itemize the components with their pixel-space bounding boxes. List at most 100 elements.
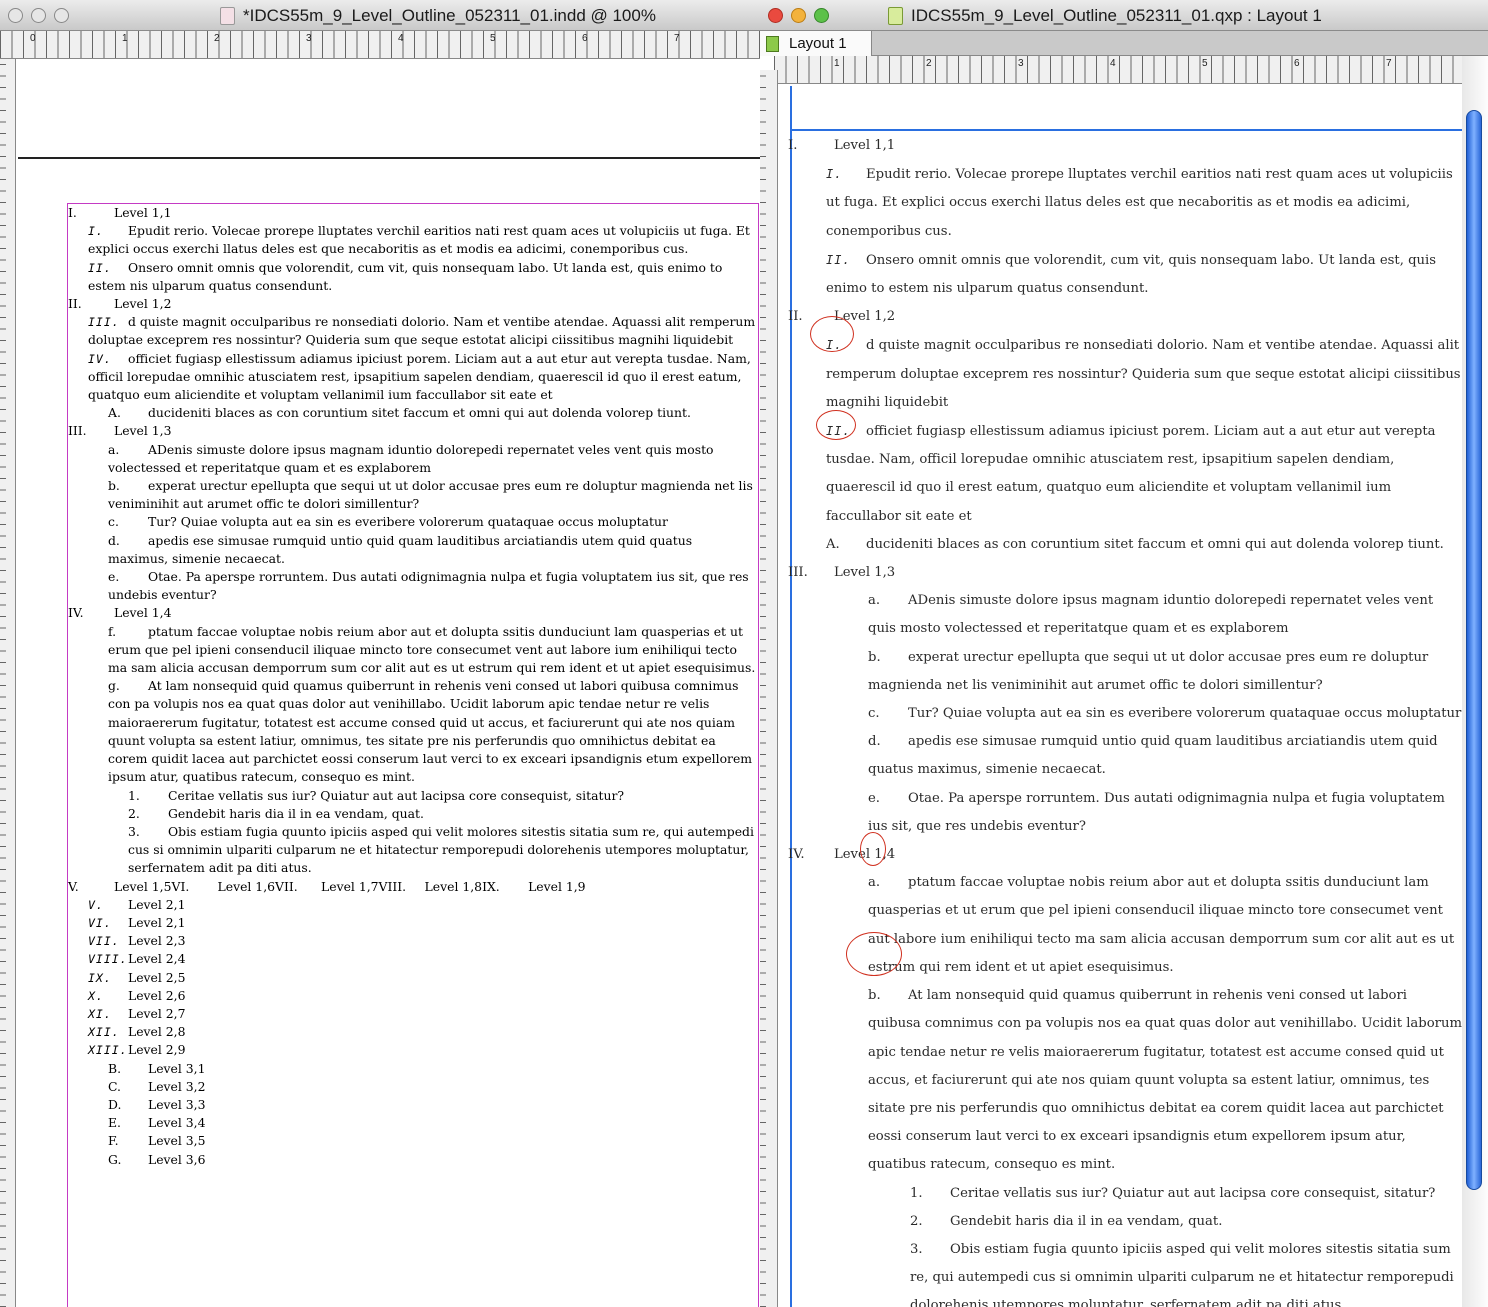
outline-paragraph: a. ADenis simuste dolore ipsus magnam idu… [788, 587, 1462, 643]
outline-paragraph: E. Level 3,4 [68, 1114, 756, 1132]
outline-paragraph: IX. Level 1,9 [482, 878, 586, 896]
outline-text-run: Otae. Pa aperspe rorruntem. Dus autati o… [108, 569, 749, 603]
outline-text-run: Level 1,6 [217, 878, 276, 894]
ruler-tick: 3 [1018, 58, 1024, 69]
ruler-tick: 2 [926, 58, 932, 69]
ruler-tick: 5 [490, 33, 496, 44]
annotation-circle [810, 316, 854, 352]
outline-paragraph: VI. Level 2,1 [68, 914, 756, 932]
outline-text-run: Level 3,4 [148, 1115, 206, 1131]
window-controls [768, 8, 829, 23]
outline-number: IX. [88, 970, 112, 985]
margin-guide [790, 129, 1462, 131]
close-icon[interactable] [768, 8, 783, 23]
vertical-scrollbar[interactable] [1462, 56, 1488, 1307]
window-controls [8, 8, 69, 23]
outline-text-run: Obis estiam fugia quunto ipiciis asped q… [128, 823, 754, 876]
outline-number: II. [826, 252, 851, 267]
outline-number: X. [88, 988, 104, 1003]
tab-layout-1[interactable]: Layout 1 [760, 31, 872, 56]
outline-paragraph: D. Level 3,3 [68, 1096, 756, 1114]
outline-paragraph: b. experat urectur epellupta que sequi ut… [68, 477, 756, 513]
outline-paragraph: 3. Obis estiam fugia quunto ipiciis asped… [68, 823, 756, 878]
outline-text-run: apedis ese simusae rumquid untio quid qu… [868, 734, 1438, 778]
outline-text-run: Level 3,2 [148, 1078, 206, 1094]
close-icon[interactable] [8, 8, 23, 23]
outline-paragraph: b. At lam nonsequid quid quamus quiberrun… [788, 982, 1462, 1179]
outline-text-run: Tur? Quiae volupta aut ea sin es everibe… [908, 706, 1462, 722]
outline-number: I. [68, 205, 77, 220]
outline-number: B. [108, 1060, 122, 1076]
outline-text-run: Level 2,3 [128, 933, 186, 949]
vertical-ruler[interactable] [0, 59, 16, 1307]
outline-paragraph: III. d quiste magnit occulparibus re nons… [68, 313, 756, 349]
outline-paragraph: 2. Gendebit haris dia il in ea vendam, qu… [788, 1208, 1462, 1236]
quark-document-icon [888, 7, 903, 25]
outline-text-run: Epudit rerio. Volecae prorepe lluptates … [826, 167, 1453, 239]
outline-paragraph: II. Onsero omnit omnis que volorendit, cu… [68, 259, 756, 295]
outline-paragraph: e. Otae. Pa aperspe rorruntem. Dus autati… [68, 568, 756, 604]
outline-paragraph: 1. Ceritae vellatis sus iur? Quiatur aut … [68, 787, 756, 805]
scroll-thumb[interactable] [1466, 110, 1482, 1190]
minimize-icon[interactable] [791, 8, 806, 23]
outline-number: D. [108, 1096, 122, 1112]
quark-window: IDCS55m_9_Level_Outline_052311_01.qxp : … [760, 0, 1488, 1307]
outline-text-run: Level 1,8 [424, 878, 483, 894]
outline-number: IV. [88, 351, 112, 366]
outline-text-run: ptatum faccae voluptae nobis reium abor … [868, 875, 1455, 975]
outline-number: b. [868, 649, 881, 665]
vertical-ruler[interactable] [760, 70, 778, 1307]
outline-paragraph: B. Level 3,1 [68, 1060, 756, 1078]
outline-text-run: Level 1,3 [114, 423, 172, 439]
outline-number: e. [108, 569, 120, 585]
indesign-window: *IDCS55m_9_Level_Outline_052311_01.indd … [0, 0, 760, 1307]
outline-paragraph: A. ducideniti blaces as con coruntium sit… [68, 404, 756, 422]
outline-paragraph: I. Epudit rerio. Volecae prorepe lluptate… [68, 222, 756, 258]
outline-text-run: Level 2,1 [128, 896, 186, 912]
outline-text-run: Level 3,5 [148, 1133, 206, 1149]
outline-number: IV. [788, 847, 805, 863]
outline-number: XII. [88, 1025, 120, 1040]
outline-paragraph: II. Onsero omnit omnis que volorendit, cu… [788, 246, 1462, 303]
outline-number: V. [68, 878, 79, 894]
outline-paragraph: V. Level 1,5 [68, 878, 172, 896]
quark-titlebar[interactable]: IDCS55m_9_Level_Outline_052311_01.qxp : … [760, 0, 1488, 31]
outline-number: A. [108, 405, 121, 421]
annotation-circle [846, 932, 902, 976]
zoom-icon[interactable] [54, 8, 69, 23]
outline-paragraph: b. experat urectur epellupta que sequi ut… [788, 644, 1462, 700]
outline-number: II. [68, 296, 82, 312]
outline-paragraph: IV. officiet fugiasp ellestissum adiamus … [68, 350, 756, 405]
outline-text-run: Gendebit haris dia il in ea vendam, quat… [950, 1213, 1223, 1229]
outline-text-run: Level 2,7 [128, 1005, 186, 1021]
outline-number: III. [788, 565, 808, 581]
outline-paragraph: e. Otae. Pa aperspe rorruntem. Dus autati… [788, 785, 1462, 841]
ruler-tick: 6 [1294, 58, 1300, 69]
outline-number: 2. [128, 805, 140, 821]
outline-text[interactable]: I. Level 1,1 I. Epudit rerio. Volecae prore… [788, 132, 1462, 1307]
outline-text-run: Level 1,1 [834, 138, 896, 153]
outline-text-run: Level 2,9 [128, 1042, 186, 1058]
zoom-icon[interactable] [814, 8, 829, 23]
outline-number: VI. [171, 878, 190, 894]
outline-number: I. [826, 167, 843, 182]
horizontal-ruler[interactable]: 0 1 2 3 4 5 6 7 [0, 31, 760, 59]
outline-number: d. [108, 532, 120, 548]
outline-number: VII. [88, 934, 120, 949]
horizontal-ruler[interactable]: 1 2 3 4 5 6 7 [774, 56, 1462, 84]
ruler-tick: 7 [674, 33, 680, 44]
outline-text-run: experat urectur epellupta que sequi ut u… [108, 478, 753, 512]
margin-line [18, 157, 760, 159]
outline-number: VII. [275, 878, 298, 894]
ruler-tick: 1 [834, 58, 840, 69]
outline-number: IX. [482, 878, 500, 894]
outline-text-run: Level 3,1 [148, 1060, 206, 1076]
outline-text-run: ducideniti blaces as con coruntium sitet… [866, 536, 1444, 552]
outline-number: e. [868, 790, 880, 806]
outline-text-run: Ceritae vellatis sus iur? Quiatur aut au… [168, 787, 625, 803]
outline-number: C. [108, 1078, 121, 1094]
indesign-titlebar[interactable]: *IDCS55m_9_Level_Outline_052311_01.indd … [0, 0, 760, 31]
minimize-icon[interactable] [31, 8, 46, 23]
outline-text[interactable]: I. Level 1,1 I. Epudit rerio. Volecae prore… [68, 204, 756, 1169]
outline-text-run: Onsero omnit omnis que volorendit, cum v… [826, 252, 1436, 297]
